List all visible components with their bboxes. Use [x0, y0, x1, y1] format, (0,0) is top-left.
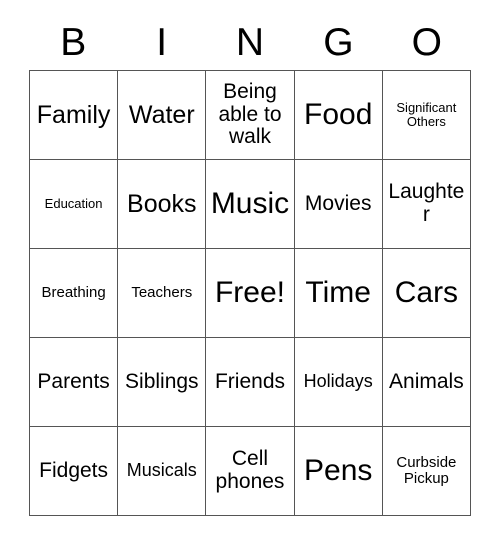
bingo-cell-label: Books	[127, 189, 197, 218]
bingo-cell-i1[interactable]: Water	[118, 71, 207, 160]
bingo-cell-b1[interactable]: Family	[30, 71, 119, 160]
bingo-cell-label: Cars	[394, 275, 459, 309]
bingo-cell-b4[interactable]: Parents	[30, 338, 119, 427]
bingo-cell-b5[interactable]: Fidgets	[30, 427, 119, 516]
bingo-cell-label: Being able to walk	[218, 79, 282, 149]
bingo-cell-i2[interactable]: Books	[118, 160, 207, 249]
bingo-cell-n4[interactable]: Friends	[206, 338, 295, 427]
bingo-cell-label: Fidgets	[39, 458, 109, 482]
bingo-cell-o1[interactable]: Significant Others	[382, 71, 471, 160]
bingo-cell-label: Curbside Pickup	[396, 453, 457, 487]
bingo-cell-label: Significant Others	[396, 99, 457, 129]
bingo-card: B I N G O Family Water Being able to wal…	[0, 0, 500, 544]
bingo-cell-label: Water	[128, 100, 195, 129]
bingo-cell-label: Family	[36, 100, 111, 129]
bingo-cell-label: Animals	[389, 369, 464, 393]
bingo-cell-b3[interactable]: Breathing	[30, 249, 119, 338]
bingo-grid: Family Water Being able to walk Food Sig…	[29, 70, 471, 516]
bingo-cell-label: Food	[304, 97, 373, 131]
bingo-cell-o4[interactable]: Animals	[382, 338, 471, 427]
bingo-cell-b2[interactable]: Education	[30, 160, 119, 249]
bingo-cell-label: Cell phones	[215, 447, 285, 493]
bingo-header-letter-g: G	[323, 21, 354, 64]
bingo-cell-n5[interactable]: Cell phones	[206, 427, 295, 516]
bingo-header-letter-n: N	[235, 21, 265, 64]
bingo-cell-g5[interactable]: Pens	[294, 427, 383, 516]
bingo-cell-n1[interactable]: Being able to walk	[206, 71, 295, 160]
bingo-header-letter-o: O	[411, 21, 442, 64]
bingo-cell-label: Friends	[214, 369, 285, 393]
bingo-cell-i4[interactable]: Siblings	[118, 338, 207, 427]
bingo-cell-label: Education	[44, 195, 103, 211]
bingo-cell-label: Laughter	[388, 180, 465, 226]
bingo-cell-label: Parents	[37, 369, 110, 393]
bingo-cell-n2[interactable]: Music	[206, 160, 295, 249]
bingo-cell-label: Music	[210, 186, 290, 220]
bingo-cell-i5[interactable]: Musicals	[118, 427, 207, 516]
bingo-cell-g4[interactable]: Holidays	[294, 338, 383, 427]
bingo-cell-i3[interactable]: Teachers	[118, 249, 207, 338]
bingo-cell-g1[interactable]: Food	[294, 71, 383, 160]
bingo-cell-label: Siblings	[125, 369, 199, 393]
bingo-cell-o5[interactable]: Curbside Pickup	[382, 427, 471, 516]
bingo-cell-label: Time	[305, 275, 371, 309]
bingo-header: B I N G O	[29, 18, 471, 68]
bingo-cell-label: Teachers	[131, 283, 193, 301]
bingo-cell-label: Breathing	[41, 283, 106, 301]
bingo-cell-label: Holidays	[303, 371, 373, 392]
bingo-cell-label: Musicals	[126, 460, 197, 481]
bingo-header-letter-i: I	[156, 21, 168, 64]
bingo-cell-o3[interactable]: Cars	[382, 249, 471, 338]
bingo-cell-label: Movies	[304, 191, 372, 215]
bingo-cell-free-space[interactable]: Free!	[206, 249, 295, 338]
bingo-cell-o2[interactable]: Laughter	[382, 160, 471, 249]
bingo-header-letter-b: B	[60, 21, 87, 64]
bingo-cell-g3[interactable]: Time	[294, 249, 383, 338]
bingo-cell-g2[interactable]: Movies	[294, 160, 383, 249]
bingo-cell-label: Pens	[304, 453, 373, 487]
bingo-cell-label: Free!	[214, 275, 285, 309]
